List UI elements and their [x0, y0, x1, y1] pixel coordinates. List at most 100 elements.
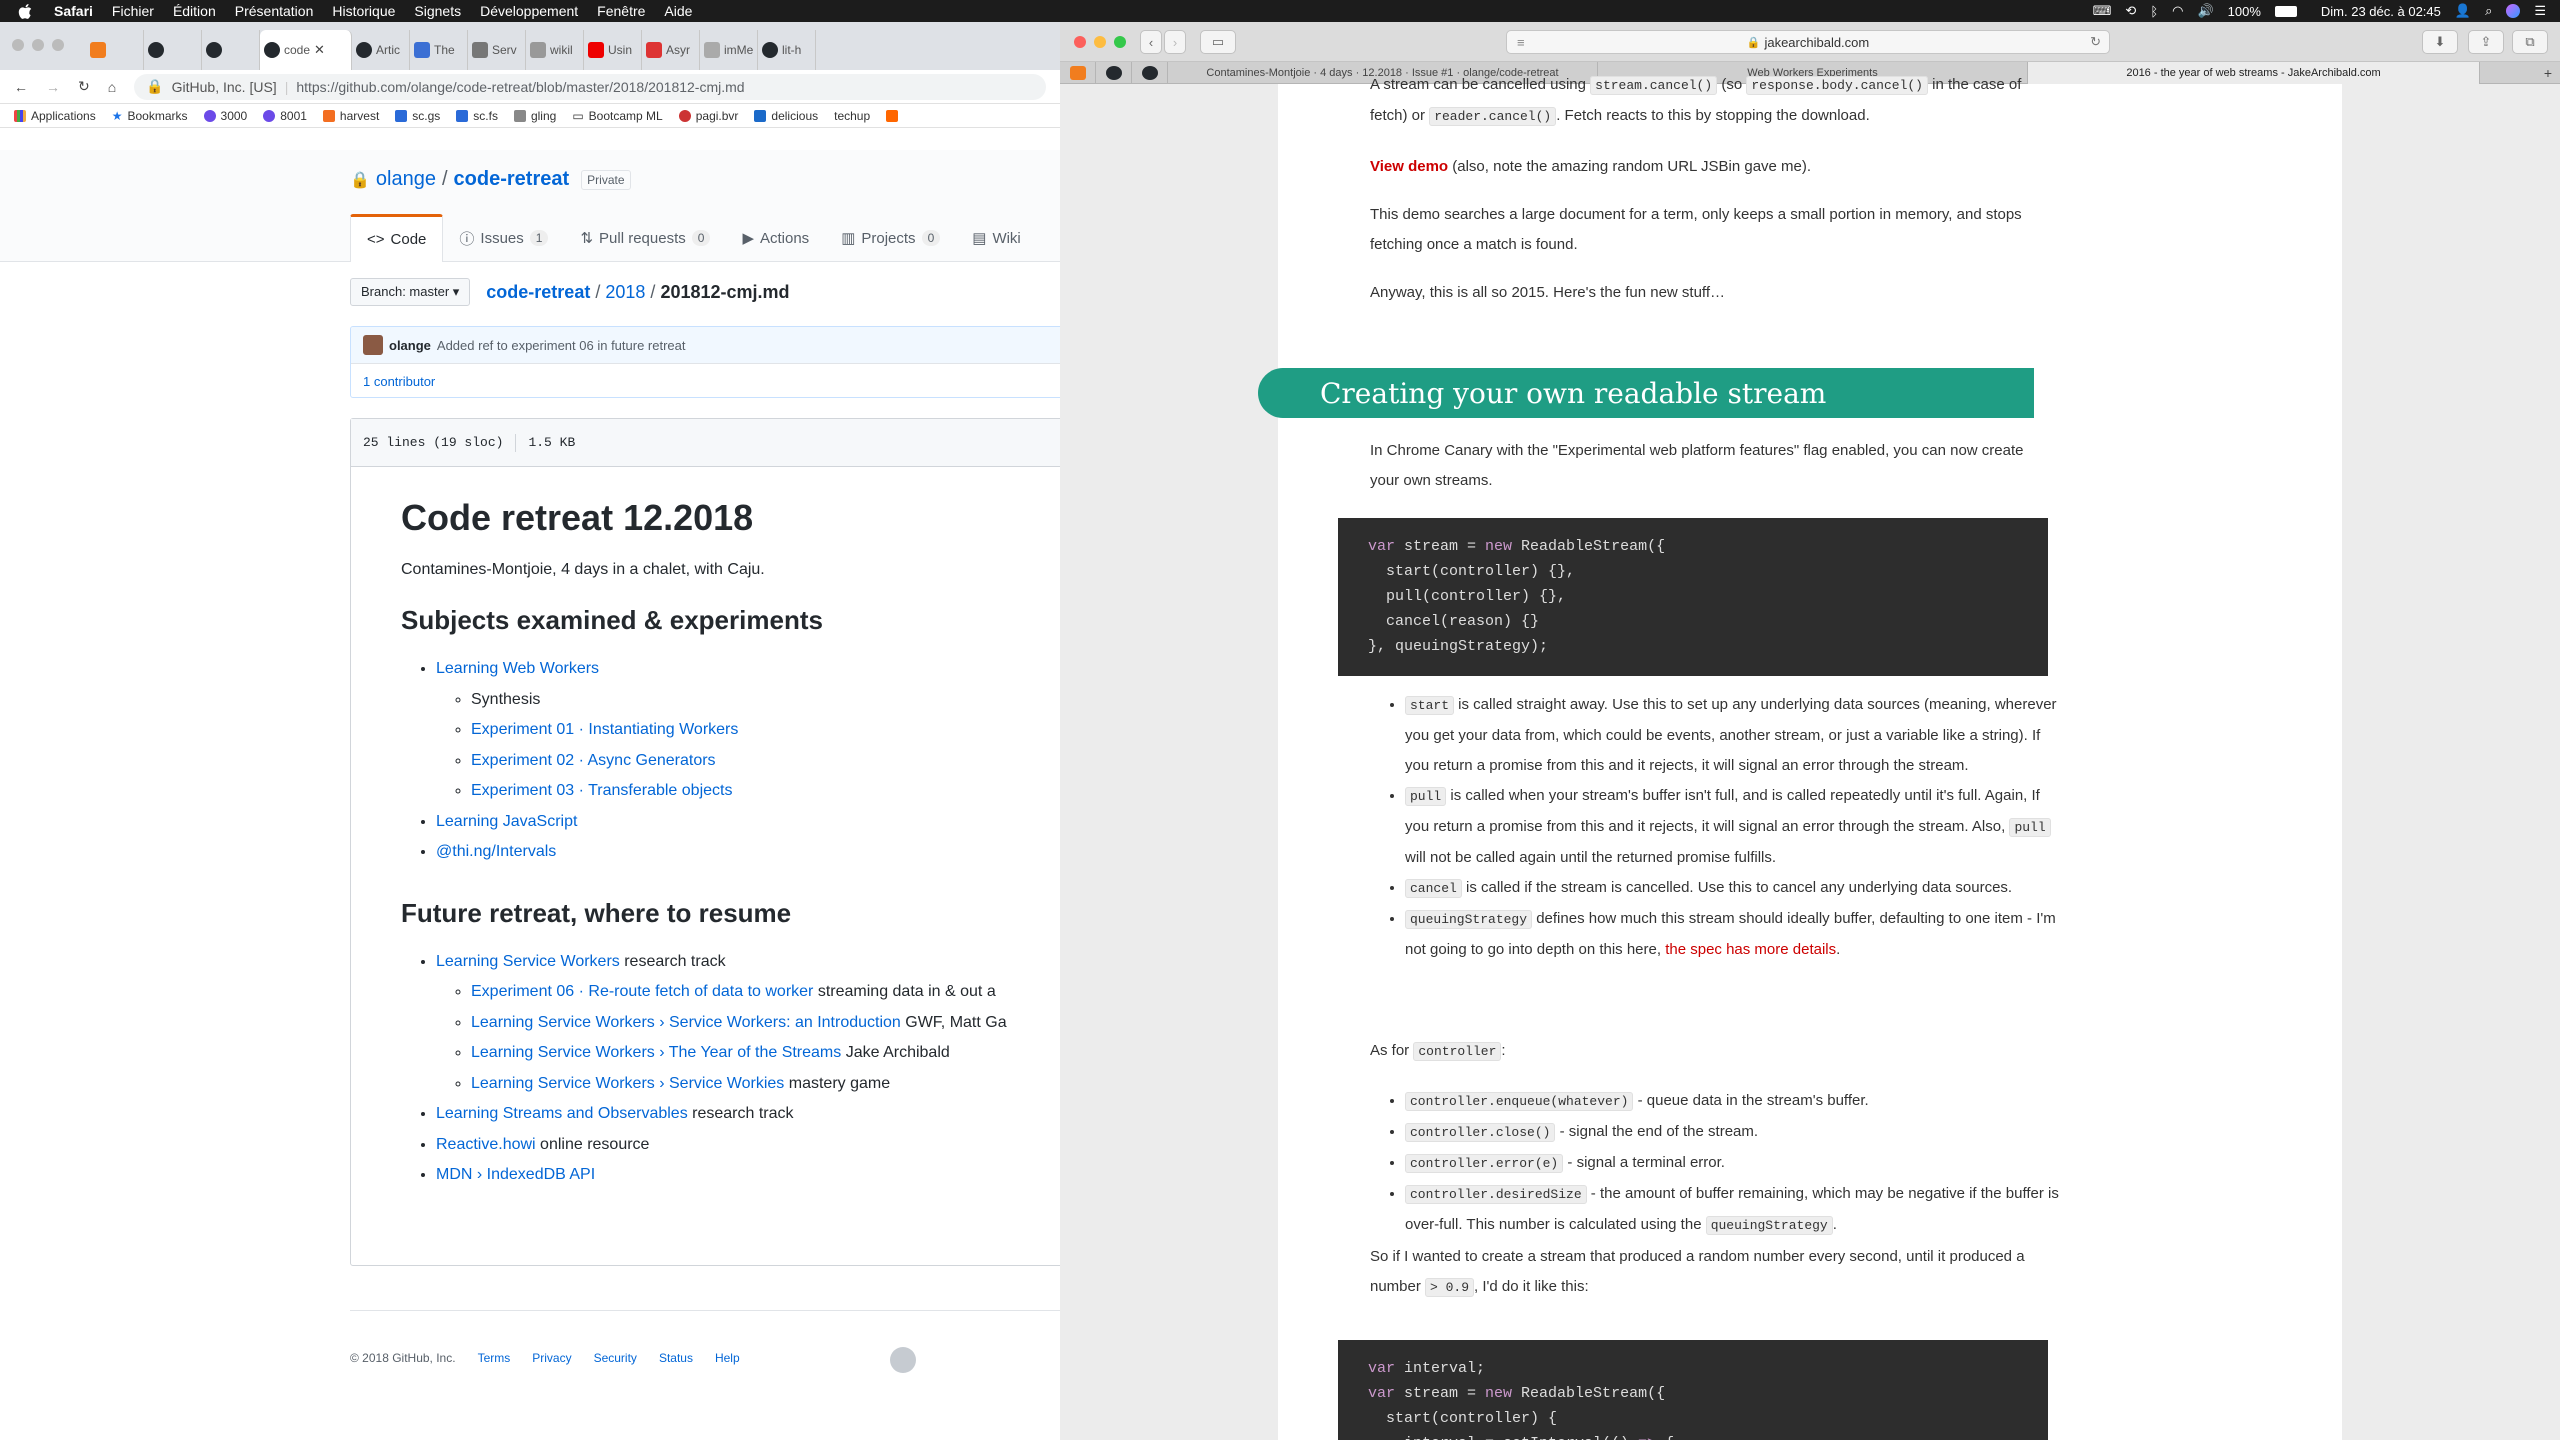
link-exp06[interactable]: Experiment 06 · Re-route fetch of data t… [471, 983, 813, 1000]
close-window-button[interactable] [1074, 36, 1086, 48]
footer-link-security[interactable]: Security [594, 1351, 637, 1365]
menu-safari[interactable]: Safari [54, 3, 93, 19]
share-icon[interactable]: ⇪ [2468, 30, 2504, 54]
volume-icon[interactable]: 🔊 [2197, 3, 2213, 19]
home-icon[interactable]: ⌂ [108, 79, 116, 95]
commit-author-link[interactable]: olange [389, 338, 431, 353]
menu-edition[interactable]: Édition [173, 3, 216, 19]
link-sw-streams[interactable]: Learning Service Workers › The Year of t… [471, 1044, 841, 1061]
back-button[interactable]: ‹ [1140, 30, 1162, 54]
link-streams[interactable]: Learning Streams and Observables [436, 1105, 688, 1122]
chrome-tab[interactable]: Artic [352, 30, 410, 70]
commit-message[interactable]: Added ref to experiment 06 in future ret… [437, 338, 686, 353]
chrome-tab-active[interactable]: code ✕ [260, 30, 352, 70]
link-reactive[interactable]: Reactive.howi [436, 1136, 536, 1153]
bookmark-item[interactable]: sc.fs [456, 109, 498, 123]
bookmark-item[interactable]: 8001 [263, 109, 307, 123]
tab-pull-requests[interactable]: ⇅ Pull requests 0 [564, 214, 726, 262]
bluetooth-icon[interactable]: ᛒ [2150, 4, 2158, 19]
link-exp03[interactable]: Experiment 03 · Transferable objects [471, 782, 732, 799]
footer-link-help[interactable]: Help [715, 1351, 740, 1365]
bookmark-item[interactable]: harvest [322, 109, 379, 123]
link-sw-intro[interactable]: Learning Service Workers › Service Worke… [471, 1014, 901, 1031]
pinned-tab[interactable] [1132, 61, 1168, 84]
chrome-tab[interactable] [86, 30, 144, 70]
time-machine-icon[interactable]: ⟲ [2125, 3, 2136, 19]
reload-icon[interactable]: ↻ [2090, 34, 2101, 50]
spec-link[interactable]: the spec has more details [1665, 941, 1836, 958]
datetime[interactable]: Dim. 23 déc. à 02:45 [2321, 4, 2441, 19]
pinned-tab[interactable] [1060, 61, 1096, 84]
tab-projects[interactable]: ▥ Projects 0 [825, 214, 956, 262]
view-demo-link[interactable]: View demo [1370, 158, 1448, 175]
tab-wiki[interactable]: ▤ Wiki [956, 214, 1037, 262]
close-tab-icon[interactable]: ✕ [314, 42, 325, 58]
link-web-workers[interactable]: Learning Web Workers [436, 660, 599, 677]
footer-link-terms[interactable]: Terms [478, 1351, 511, 1365]
minimize-window-button[interactable] [32, 39, 44, 51]
link-service-workers[interactable]: Learning Service Workers [436, 953, 620, 970]
bookmark-item[interactable]: Applications [14, 109, 96, 123]
link-intervals[interactable]: @thi.ng/Intervals [436, 843, 556, 860]
link-sw-workies[interactable]: Learning Service Workers › Service Worki… [471, 1075, 784, 1092]
tab-actions[interactable]: ▶ Actions [726, 214, 825, 262]
bookmark-item[interactable]: pagi.bvr [678, 109, 738, 123]
forward-button[interactable]: › [1164, 30, 1186, 54]
notification-center-icon[interactable]: ☰ [2534, 3, 2546, 19]
reader-icon[interactable]: ≡ [1517, 35, 1525, 50]
menu-aide[interactable]: Aide [664, 3, 692, 19]
chrome-tab[interactable]: The [410, 30, 468, 70]
footer-link-privacy[interactable]: Privacy [532, 1351, 571, 1365]
chrome-tab[interactable]: lit-h [758, 30, 816, 70]
chrome-tab[interactable]: Serv [468, 30, 526, 70]
github-octocat-icon[interactable] [890, 1347, 916, 1373]
keyboard-icon[interactable]: ⌨ [2093, 3, 2112, 19]
bookmark-folder[interactable]: ▭ Bootcamp ML [572, 109, 662, 123]
breadcrumb-dir-link[interactable]: 2018 [605, 282, 645, 302]
repo-name-link[interactable]: code-retreat [454, 168, 570, 191]
link-js[interactable]: Learning JavaScript [436, 813, 577, 830]
footer-link-status[interactable]: Status [659, 1351, 693, 1365]
ycombinator-icon[interactable] [886, 109, 899, 122]
bookmark-item[interactable]: gling [513, 109, 556, 123]
close-window-button[interactable] [12, 39, 24, 51]
bookmark-item[interactable]: techup [834, 109, 870, 123]
chrome-tab[interactable]: imMe [700, 30, 758, 70]
downloads-icon[interactable]: ⬇ [2422, 30, 2458, 54]
bookmark-item[interactable]: 3000 [203, 109, 247, 123]
siri-icon[interactable] [2506, 4, 2521, 18]
wifi-icon[interactable]: ◠ [2172, 3, 2183, 19]
zoom-window-button[interactable] [52, 39, 64, 51]
minimize-window-button[interactable] [1094, 36, 1106, 48]
branch-select-button[interactable]: Branch: master ▾ [350, 278, 471, 306]
chrome-tab[interactable] [144, 30, 202, 70]
battery-icon[interactable] [2274, 5, 2297, 17]
link-exp02[interactable]: Experiment 02 · Async Generators [471, 752, 716, 769]
chrome-tab[interactable]: Usin [584, 30, 642, 70]
tab-code[interactable]: <> Code [350, 214, 444, 262]
menu-signets[interactable]: Signets [414, 3, 461, 19]
menu-historique[interactable]: Historique [332, 3, 395, 19]
chrome-tab[interactable]: Asyr [642, 30, 700, 70]
back-arrow-icon[interactable]: ← [14, 79, 28, 95]
menu-fichier[interactable]: Fichier [112, 3, 154, 19]
contributors-link[interactable]: 1 contributor [351, 363, 1060, 397]
tabs-overview-icon[interactable]: ⧉ [2512, 30, 2548, 54]
safari-address-bar[interactable]: ≡ 🔒 jakearchibald.com ↻ [1506, 30, 2110, 54]
menu-developpement[interactable]: Développement [480, 3, 578, 19]
link-exp01[interactable]: Experiment 01 · Instantiating Workers [471, 721, 738, 738]
apple-icon[interactable] [18, 3, 32, 19]
menu-fenetre[interactable]: Fenêtre [597, 3, 645, 19]
bookmark-item[interactable]: ★ Bookmarks [112, 109, 188, 123]
chrome-tab[interactable]: wikil [526, 30, 584, 70]
new-tab-button[interactable]: + [2544, 65, 2552, 81]
battery-percent[interactable]: 100% [2228, 4, 2261, 19]
avatar[interactable] [363, 335, 383, 355]
zoom-window-button[interactable] [1114, 36, 1126, 48]
bookmark-item[interactable]: sc.gs [395, 109, 440, 123]
user-icon[interactable]: 👤 [2455, 3, 2471, 19]
address-bar[interactable]: 🔒 GitHub, Inc. [US] | https://github.com… [134, 73, 1046, 100]
safari-tab-active[interactable]: 2016 - the year of web streams - JakeArc… [2028, 61, 2480, 84]
pinned-tab[interactable] [1096, 61, 1132, 84]
menu-presentation[interactable]: Présentation [235, 3, 314, 19]
